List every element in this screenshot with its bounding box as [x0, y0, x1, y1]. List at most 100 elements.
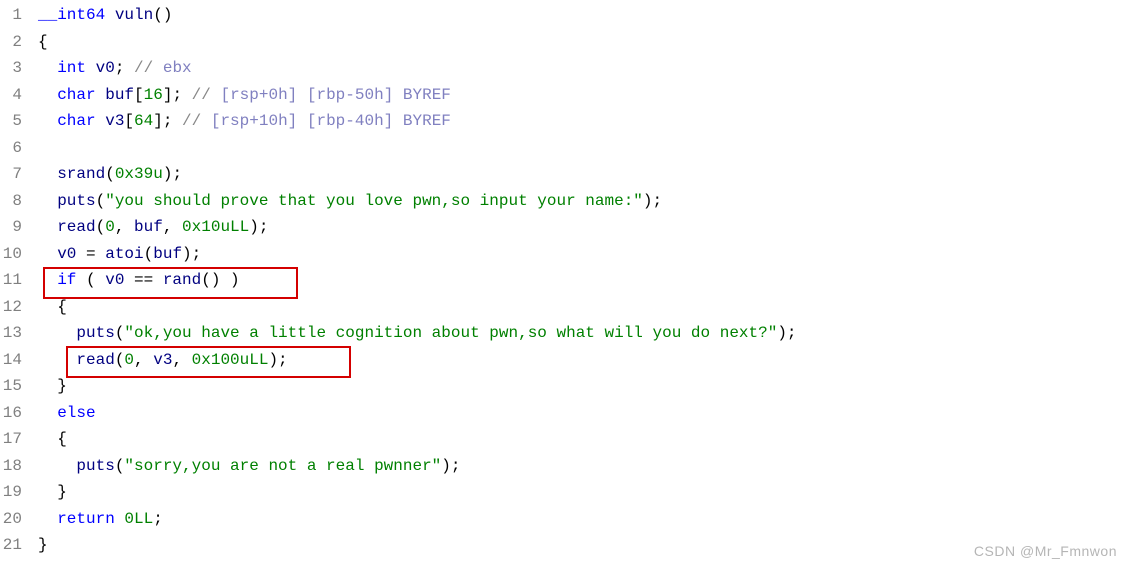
code-line: 21} — [0, 532, 1129, 559]
gutter-marker — [26, 55, 38, 82]
token: ; — [115, 59, 134, 77]
token — [38, 112, 57, 130]
gutter-marker — [26, 267, 38, 294]
token: [ — [134, 86, 144, 104]
token: ( — [144, 245, 154, 263]
token: ); — [643, 192, 662, 210]
token: "sorry,you are not a real pwnner" — [124, 457, 441, 475]
token: ( — [105, 165, 115, 183]
gutter-marker — [26, 161, 38, 188]
code-line: 11 if ( v0 == rand() ) — [0, 267, 1129, 294]
token: 0 — [124, 351, 134, 369]
token: __int64 — [38, 6, 115, 24]
code-line: 19 } — [0, 479, 1129, 506]
code-line: 3 int v0; // ebx — [0, 55, 1129, 82]
token: atoi — [105, 245, 143, 263]
token: ( — [115, 324, 125, 342]
line-number: 12 — [0, 294, 26, 321]
line-number: 4 — [0, 82, 26, 109]
code-content: return 0LL; — [38, 506, 1129, 533]
token: } — [38, 483, 67, 501]
token — [96, 86, 106, 104]
token: ); — [249, 218, 268, 236]
token: 0x39u — [115, 165, 163, 183]
code-content: { — [38, 29, 1129, 56]
code-line: 5 char v3[64]; // [rsp+10h] [rbp-40h] BY… — [0, 108, 1129, 135]
code-content: } — [38, 479, 1129, 506]
code-content: int v0; // ebx — [38, 55, 1129, 82]
token: buf — [153, 245, 182, 263]
code-content: puts("sorry,you are not a real pwnner"); — [38, 453, 1129, 480]
gutter-marker — [26, 506, 38, 533]
token: [rsp+10h] [rbp-40h] BYREF — [201, 112, 451, 130]
token: vuln — [115, 6, 153, 24]
code-content: } — [38, 532, 1129, 559]
line-number: 15 — [0, 373, 26, 400]
token: ); — [163, 165, 182, 183]
code-content: { — [38, 294, 1129, 321]
code-content: __int64 vuln() — [38, 2, 1129, 29]
gutter-marker — [26, 29, 38, 56]
token: v3 — [105, 112, 124, 130]
code-content: read(0, v3, 0x100uLL); — [38, 347, 1129, 374]
code-content — [38, 135, 1129, 162]
watermark-text: CSDN @Mr_Fmnwon — [974, 543, 1117, 559]
line-number: 10 — [0, 241, 26, 268]
token: if — [57, 271, 76, 289]
code-line: 18 puts("sorry,you are not a real pwnner… — [0, 453, 1129, 480]
token: int — [57, 59, 86, 77]
token: read — [57, 218, 95, 236]
token: // — [192, 86, 211, 104]
code-content: else — [38, 400, 1129, 427]
token: char — [57, 86, 95, 104]
token: // — [134, 59, 153, 77]
code-editor: 1__int64 vuln()2{3 int v0; // ebx4 char … — [0, 0, 1129, 559]
token: } — [38, 377, 67, 395]
token: v0 — [57, 245, 76, 263]
code-content: if ( v0 == rand() ) — [38, 267, 1129, 294]
token: , — [115, 218, 134, 236]
code-content: v0 = atoi(buf); — [38, 241, 1129, 268]
code-line: 9 read(0, buf, 0x10uLL); — [0, 214, 1129, 241]
gutter-marker — [26, 479, 38, 506]
token: puts — [57, 192, 95, 210]
token: { — [38, 33, 48, 51]
token: ); — [268, 351, 287, 369]
token: v0 — [105, 271, 124, 289]
code-line: 1__int64 vuln() — [0, 2, 1129, 29]
token: = — [76, 245, 105, 263]
token: ( — [96, 192, 106, 210]
line-number: 16 — [0, 400, 26, 427]
token: ( — [115, 457, 125, 475]
code-line: 17 { — [0, 426, 1129, 453]
line-number: 20 — [0, 506, 26, 533]
token — [38, 404, 57, 422]
token — [38, 245, 57, 263]
token — [38, 192, 57, 210]
code-content: read(0, buf, 0x10uLL); — [38, 214, 1129, 241]
code-line: 10 v0 = atoi(buf); — [0, 241, 1129, 268]
token — [38, 510, 57, 528]
gutter-marker — [26, 320, 38, 347]
code-line: 14 read(0, v3, 0x100uLL); — [0, 347, 1129, 374]
code-content: puts("ok,you have a little cognition abo… — [38, 320, 1129, 347]
token — [38, 457, 76, 475]
code-line: 8 puts("you should prove that you love p… — [0, 188, 1129, 215]
token — [38, 324, 76, 342]
token: 0 — [105, 218, 115, 236]
token: ]; — [153, 112, 182, 130]
gutter-marker — [26, 426, 38, 453]
code-line: 4 char buf[16]; // [rsp+0h] [rbp-50h] BY… — [0, 82, 1129, 109]
line-number: 8 — [0, 188, 26, 215]
token: [rsp+0h] [rbp-50h] BYREF — [211, 86, 451, 104]
token: 0LL — [124, 510, 153, 528]
token: ( — [76, 271, 105, 289]
token: read — [76, 351, 114, 369]
code-line: 12 { — [0, 294, 1129, 321]
token — [86, 59, 96, 77]
token: v0 — [96, 59, 115, 77]
code-content: } — [38, 373, 1129, 400]
code-line: 2{ — [0, 29, 1129, 56]
token — [38, 86, 57, 104]
token: () — [153, 6, 172, 24]
